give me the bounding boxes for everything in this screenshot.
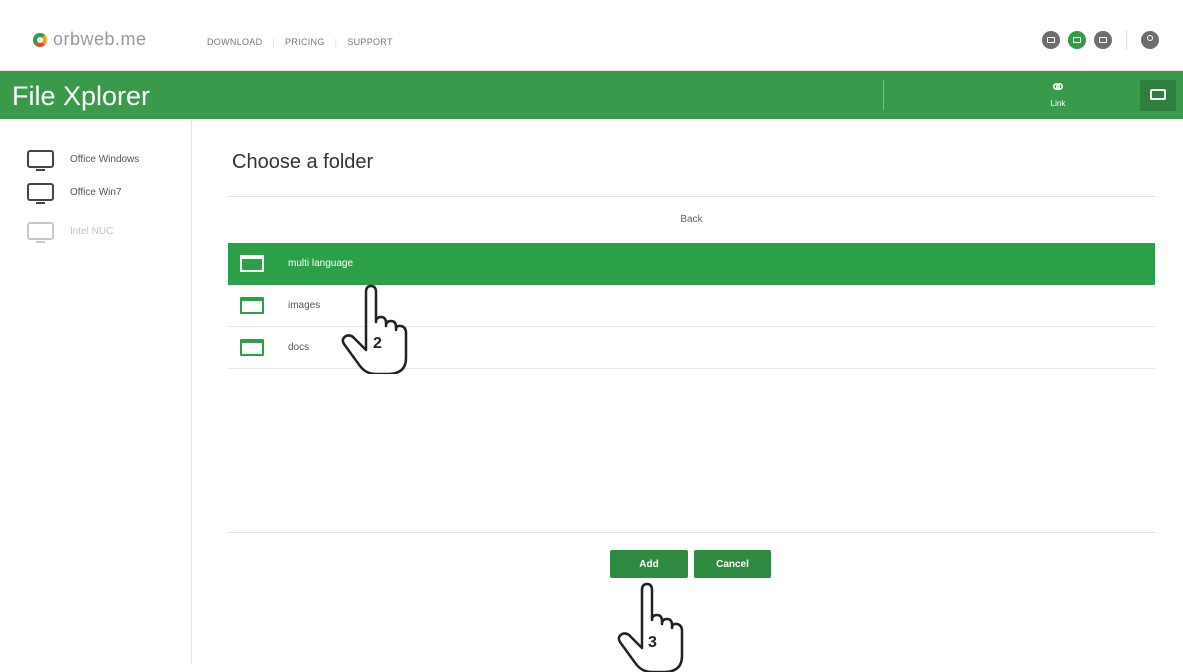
logo-text: orbweb.me bbox=[53, 29, 147, 49]
top-icon-group bbox=[1034, 30, 1159, 50]
top-nav-links: DOWNLOAD | PRICING | SUPPORT bbox=[207, 37, 403, 47]
apps-icon[interactable] bbox=[1094, 31, 1112, 49]
device-label: Office Win7 bbox=[70, 186, 122, 198]
step-number-label: 3 bbox=[648, 634, 657, 651]
icon-divider bbox=[1126, 30, 1127, 50]
dialog-title: Choose a folder bbox=[232, 151, 374, 173]
appbar-divider bbox=[883, 80, 884, 110]
device-item-intel-nuc[interactable]: Intel NUC bbox=[27, 222, 114, 243]
monitor-icon bbox=[27, 183, 54, 204]
folder-icon bbox=[240, 297, 264, 314]
cancel-button[interactable]: Cancel bbox=[694, 550, 771, 578]
back-link[interactable]: Back bbox=[228, 214, 1155, 225]
folder-icon bbox=[240, 339, 264, 356]
top-navigation-bar: orbweb.me DOWNLOAD | PRICING | SUPPORT bbox=[0, 0, 1183, 71]
link-icon: ⚭ bbox=[1049, 77, 1067, 99]
remote-screen-button[interactable] bbox=[1140, 80, 1176, 111]
folder-name: multi language bbox=[288, 258, 354, 269]
nav-download-link[interactable]: DOWNLOAD bbox=[207, 37, 272, 47]
divider bbox=[228, 532, 1155, 533]
nav-support-link[interactable]: SUPPORT bbox=[337, 37, 402, 47]
step-number-label: 2 bbox=[373, 335, 382, 352]
folder-name: docs bbox=[288, 342, 310, 353]
pointer-hand-icon bbox=[341, 284, 408, 374]
device-sidebar: Office Windows Office Win7 Intel NUC bbox=[0, 120, 192, 664]
divider bbox=[228, 196, 1155, 197]
folder-icon bbox=[240, 255, 264, 272]
monitor-icon bbox=[27, 222, 54, 243]
device-label: Intel NUC bbox=[70, 225, 114, 237]
nav-pricing-link[interactable]: PRICING bbox=[275, 37, 335, 47]
file-xplorer-app-icon[interactable] bbox=[1068, 31, 1086, 49]
folder-name: images bbox=[288, 300, 321, 311]
messages-icon[interactable] bbox=[1042, 31, 1060, 49]
add-button[interactable]: Add bbox=[610, 550, 688, 578]
orbweb-logo[interactable]: orbweb.me bbox=[33, 29, 147, 50]
device-label: Office Windows bbox=[70, 153, 140, 165]
device-item-office-win7[interactable]: Office Win7 bbox=[27, 183, 122, 204]
link-label: Link bbox=[1050, 99, 1066, 108]
link-button[interactable]: ⚭ Link bbox=[1040, 77, 1076, 115]
app-bar: File Xplorer ⚭ Link bbox=[0, 71, 1183, 119]
pointer-hand-icon bbox=[617, 582, 684, 672]
folder-row-multi-language[interactable]: multi language bbox=[228, 243, 1155, 285]
device-item-office-windows[interactable]: Office Windows bbox=[27, 150, 140, 171]
logo-ring-icon bbox=[33, 32, 47, 47]
user-account-icon[interactable] bbox=[1141, 31, 1159, 49]
app-title: File Xplorer bbox=[12, 81, 151, 111]
monitor-icon bbox=[27, 150, 54, 171]
